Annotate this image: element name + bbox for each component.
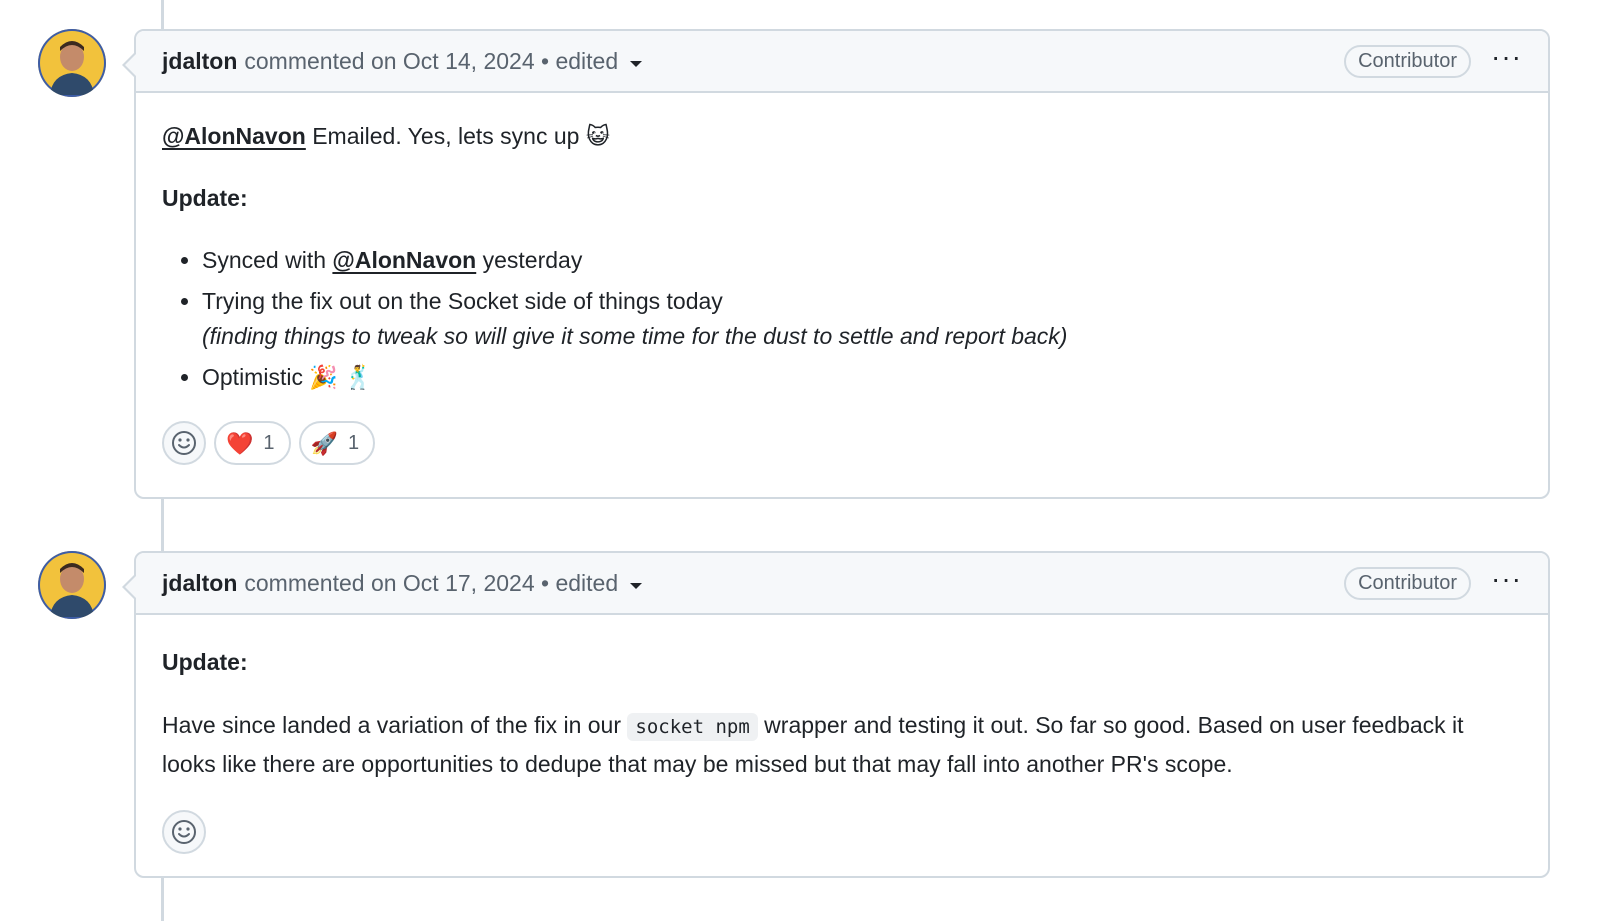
contributor-badge: Contributor [1344,44,1472,78]
list-item: Optimistic 🎉 🕺 [202,360,1522,395]
avatar[interactable] [38,29,106,97]
add-reaction-button[interactable] [162,810,206,854]
comment-text: Have since landed a variation of the fix… [162,712,628,738]
list-item-text: yesterday [476,247,583,273]
comment-meta[interactable]: commented on Oct 14, 2024 • edited [244,48,618,75]
heart-icon: ❤️ [226,430,254,456]
comment-paragraph: Have since landed a variation of the fix… [162,707,1522,783]
add-reaction-button[interactable] [162,421,206,465]
comment-header: jdalton commented on Oct 14, 2024 • edit… [136,31,1548,93]
comment-header: jdalton commented on Oct 17, 2024 • edit… [136,553,1548,615]
user-mention[interactable]: @AlonNavon [162,123,306,149]
update-heading: Update: [162,185,248,211]
comment-box: jdalton commented on Oct 14, 2024 • edit… [122,29,1550,499]
list-item-text: Optimistic [202,364,310,390]
list-item-note: (finding things to tweak so will give it… [202,323,1068,349]
reactions-bar [162,810,1522,854]
smiley-icon [172,431,196,455]
smiley-cat-icon: 😺 [585,123,610,149]
triangle-down-icon[interactable] [630,583,643,589]
comment-line: @AlonNavon Emailed. Yes, lets sync up 😺 [162,119,1522,154]
user-mention[interactable]: @AlonNavon [332,247,476,273]
list-item-text: Synced with [202,247,333,273]
party-dancer-icon: 🎉 🕺 [309,364,374,390]
comment-meta[interactable]: commented on Oct 17, 2024 • edited [244,570,618,597]
reaction-heart-button[interactable]: ❤️ 1 [214,421,291,465]
reaction-rocket-button[interactable]: 🚀 1 [298,421,376,465]
reaction-count: 1 [347,431,360,454]
author-link[interactable]: jdalton [162,570,237,597]
smiley-icon [172,820,196,844]
contributor-badge: Contributor [1344,566,1472,600]
update-heading: Update: [162,649,248,675]
reactions-bar: ❤️ 1 🚀 1 [162,421,1522,465]
update-list: Synced with @AlonNavon yesterday Trying … [162,243,1522,395]
rocket-icon: 🚀 [310,430,338,456]
list-item: Trying the fix out on the Socket side of… [202,284,1522,354]
list-item-text: Trying the fix out on the Socket side of… [202,288,723,314]
triangle-down-icon[interactable] [630,61,643,67]
kebab-horizontal-icon[interactable]: ··· [1491,43,1522,79]
kebab-horizontal-icon[interactable]: ··· [1491,565,1522,601]
comment-body: Update: Have since landed a variation of… [136,645,1548,854]
reaction-count: 1 [263,431,275,454]
inline-code: socket npm [627,713,758,741]
comment-text: Emailed. Yes, lets sync up [305,123,586,149]
avatar[interactable] [38,551,106,619]
comment-body: @AlonNavon Emailed. Yes, lets sync up 😺 … [136,119,1548,465]
author-link[interactable]: jdalton [162,48,237,75]
comment-box: jdalton commented on Oct 17, 2024 • edit… [122,551,1550,878]
list-item: Synced with @AlonNavon yesterday [202,243,1522,278]
